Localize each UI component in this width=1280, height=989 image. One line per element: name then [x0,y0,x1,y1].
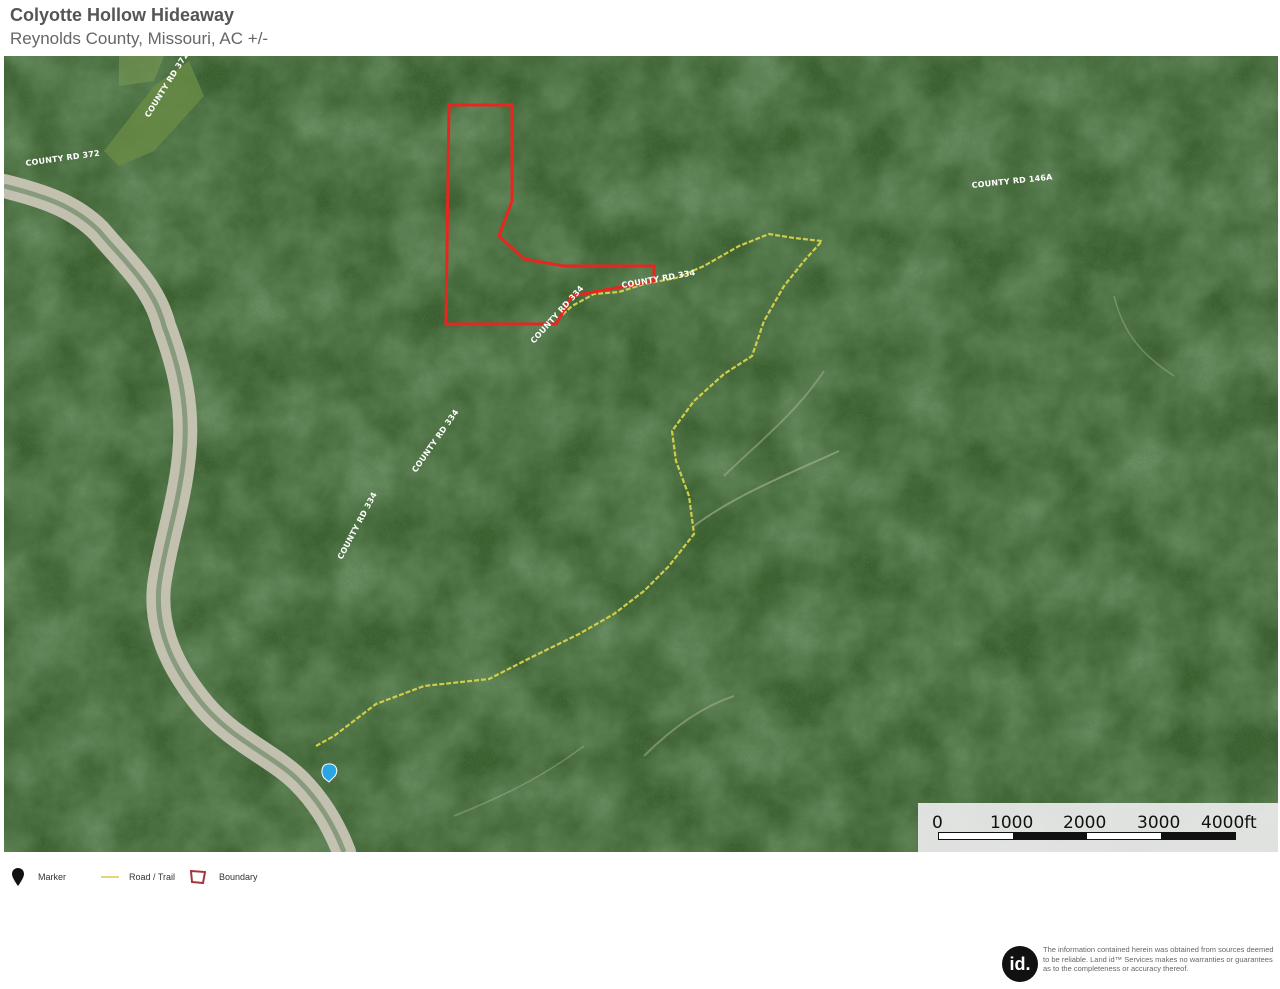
legend-item-boundary: Boundary [190,870,258,884]
marker-icon [12,868,24,886]
legend-label: Marker [38,872,67,882]
legend-item-marker: Marker [12,868,66,886]
map-canvas: COUNTY RD 372 COUNTY RD 372 COUNTY RD 14… [4,56,1278,852]
map-subtitle: Reynolds County, Missouri, AC +/- [10,29,269,48]
scale-label: 2000 [1063,813,1107,833]
scale-label: 0 [932,813,943,833]
scale-label: 3000 [1137,813,1181,833]
legend-item-road: Road / Trail [101,872,175,882]
scale-bar: 0 1000 2000 3000 4000ft [918,803,1278,852]
legend-label: Road / Trail [129,872,176,882]
satellite-map[interactable]: COUNTY RD 372 COUNTY RD 372 COUNTY RD 14… [4,56,1278,852]
boundary-icon [190,870,206,884]
land-id-logo: id. [1002,946,1038,982]
map-title: Colyotte Hollow Hideaway [10,5,235,25]
scale-label: 1000 [990,813,1034,833]
scale-label: 4000ft [1201,813,1257,833]
scale-ruler [938,832,1236,840]
legend-label: Boundary [219,872,258,882]
disclaimer-text: The information contained herein was obt… [1043,945,1274,973]
road-line-icon [101,876,119,878]
map-legend: Marker Road / Trail Boundary [0,868,400,890]
